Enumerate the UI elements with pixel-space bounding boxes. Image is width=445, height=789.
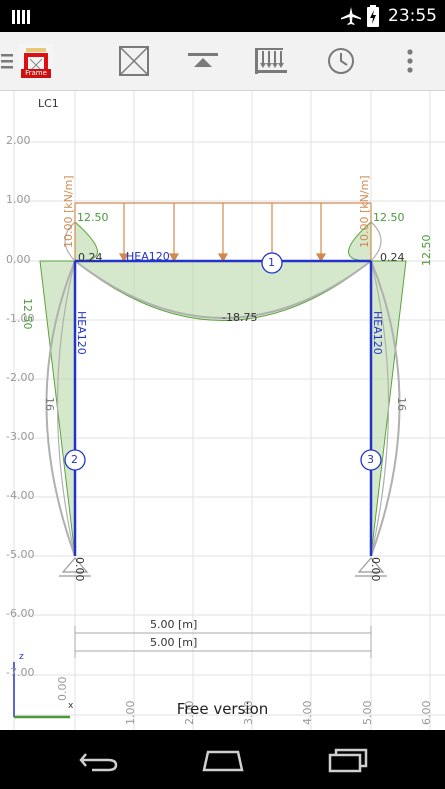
midspan-moment-value: -18.75 [222, 311, 258, 324]
airplane-icon [340, 6, 362, 30]
load-left-label[interactable]: 10.00 [kN/m] [62, 175, 75, 248]
supports-button[interactable] [175, 32, 231, 90]
loads-icon [255, 48, 287, 74]
app-icon-label: Frame [25, 69, 47, 77]
support-left-value: 0.00 [73, 557, 86, 582]
app-logo-button[interactable]: Frame [14, 32, 58, 90]
history-button[interactable] [313, 32, 369, 90]
recent-apps-button[interactable] [302, 730, 392, 789]
frame-icon [119, 46, 149, 76]
member-1-number[interactable]: 1 [268, 256, 275, 269]
moment-left-side-value: 12.50 [21, 298, 34, 330]
member-3-number[interactable]: 3 [367, 453, 374, 466]
back-icon [79, 752, 118, 771]
overflow-icon [407, 49, 413, 73]
menu-icon [1, 54, 13, 69]
structure-canvas[interactable]: 2.00 1.00 0.00 -1.00 -2.00 -3.00 -4.00 -… [0, 91, 445, 730]
node-right-value: 0.24 [380, 251, 405, 264]
free-version-label: Free version [176, 700, 269, 718]
load-right-label[interactable]: 10.00 [kN/m] [358, 175, 371, 248]
clock-time: 23:55 [388, 6, 437, 26]
deflection-right-value: 16 [395, 397, 408, 411]
back-button[interactable] [54, 730, 144, 789]
dimension-lines [74, 626, 372, 658]
distributed-load [74, 202, 372, 263]
history-icon [328, 48, 354, 74]
navigation-bar [0, 730, 445, 789]
moment-right-top-value: 12.50 [373, 211, 405, 224]
moment-right-side-value: 12.50 [420, 234, 433, 267]
support-icon [188, 53, 218, 67]
node-left-value: 0.24 [78, 251, 103, 264]
status-bar: 23:55 [0, 0, 445, 32]
dimension-label-1: 5.00 [m] [150, 618, 198, 631]
moment-left-top-value: 12.50 [77, 211, 109, 224]
beam-section-label[interactable]: HEA120 [126, 250, 170, 263]
dimension-label-2: 5.00 [m] [150, 636, 198, 649]
axis-z-label: z [19, 652, 24, 662]
recent-apps-icon [328, 748, 368, 772]
load-case-label[interactable]: LC1 [38, 97, 59, 110]
toolbar: Frame [0, 32, 445, 91]
menu-button[interactable] [0, 32, 14, 90]
battery-charging-icon [367, 5, 379, 31]
moment-diagram [39, 220, 407, 557]
structure-button[interactable] [106, 32, 162, 90]
home-button[interactable] [178, 730, 268, 789]
loads-button[interactable] [243, 32, 299, 90]
left-column-section-label[interactable]: HEA120 [75, 311, 88, 355]
signal-bars-icon [12, 8, 32, 28]
pinned-supports[interactable] [59, 557, 387, 577]
overflow-menu-button[interactable] [382, 32, 438, 90]
deflection-left-value: 16 [43, 397, 56, 411]
right-column-section-label[interactable]: HEA120 [371, 311, 384, 355]
member-2-number[interactable]: 2 [71, 453, 78, 466]
support-right-value: 0.00 [369, 557, 382, 582]
home-icon [202, 750, 244, 771]
